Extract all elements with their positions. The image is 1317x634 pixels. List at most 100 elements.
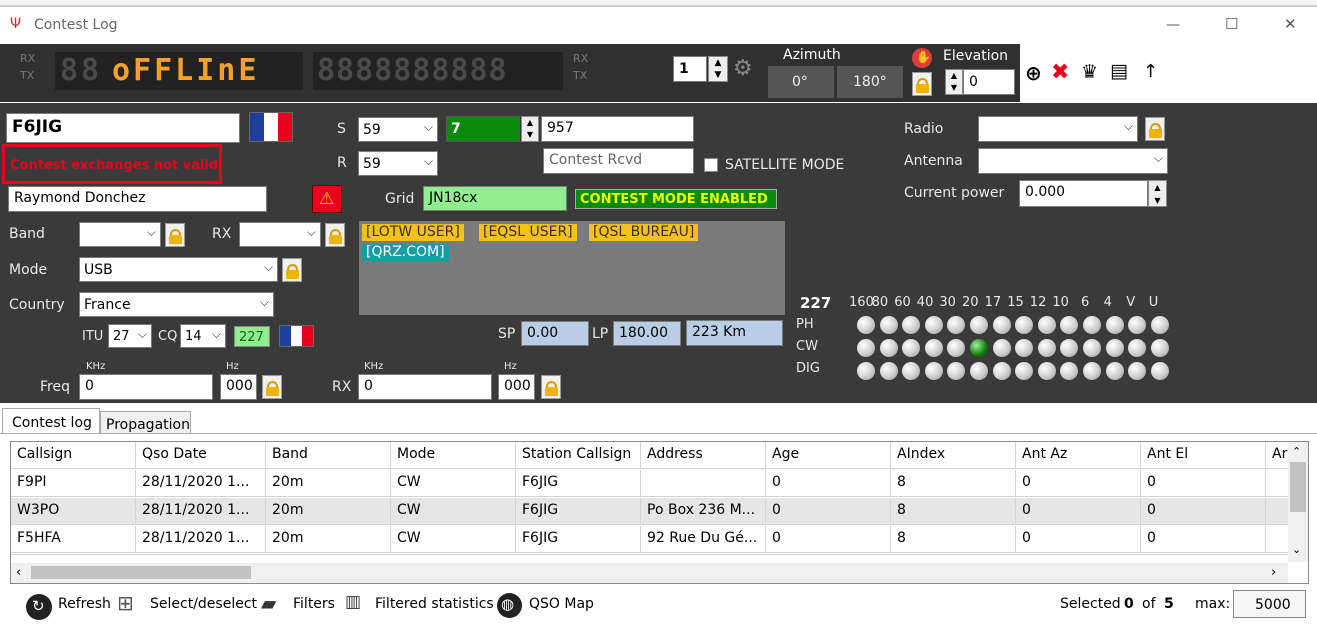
cq-select[interactable]: 14 ⌵ [180, 324, 226, 348]
table-cell[interactable]: W3PO [11, 498, 136, 525]
mode-select[interactable]: USB ⌵ [79, 257, 278, 282]
table-cell[interactable]: CW [391, 526, 516, 553]
rx-freq-lock-icon[interactable] [541, 375, 561, 399]
table-cell[interactable]: 0 [1016, 526, 1141, 553]
table-cell[interactable]: 0 [766, 470, 891, 497]
table-cell[interactable]: CW [391, 470, 516, 497]
az-0-button[interactable]: 0° [768, 66, 834, 98]
column-header[interactable]: Address [641, 442, 766, 469]
freq-hz-input[interactable]: 000 [220, 374, 257, 400]
vertical-scrollbar[interactable]: ⌃ ⌄ [1288, 442, 1308, 562]
rx-freq-hz-input[interactable]: 000 [498, 374, 535, 400]
maximize-button[interactable]: ☐ [1225, 17, 1238, 32]
table-cell[interactable]: F6JIG [516, 470, 641, 497]
country-select[interactable]: France ⌵ [79, 292, 274, 317]
table-cell[interactable]: CW [391, 498, 516, 525]
elevation-input[interactable]: 0 [963, 69, 1015, 95]
az-180-button[interactable]: 180° [837, 66, 903, 98]
table-cell[interactable]: 0 [1141, 526, 1266, 553]
band-lock-icon[interactable] [165, 223, 185, 247]
mode-lock-icon[interactable] [282, 258, 302, 282]
table-cell[interactable]: 20m [266, 470, 391, 497]
select-deselect-icon[interactable]: ⊞ [117, 593, 134, 613]
callsign-input[interactable]: F6JIG [6, 113, 240, 143]
table-cell[interactable]: F6JIG [516, 498, 641, 525]
serial-sent-input[interactable]: 7 [446, 116, 520, 142]
refresh-button[interactable]: Refresh [58, 597, 111, 611]
warning-icon[interactable]: ⚠ [312, 185, 342, 213]
qso-map-button[interactable]: QSO Map [529, 597, 594, 611]
table-cell[interactable]: 0 [1016, 470, 1141, 497]
itu-select[interactable]: 27 ⌵ [108, 324, 152, 348]
table-cell[interactable]: 20m [266, 526, 391, 553]
globe-icon[interactable]: ◍ [497, 593, 522, 618]
rst-sent-select[interactable]: 59 ⌵ [358, 117, 438, 142]
minimize-button[interactable]: — [1166, 18, 1180, 32]
serial-rcvd-input[interactable]: 957 [541, 116, 694, 142]
freq-input[interactable]: 0 [79, 374, 213, 400]
column-header[interactable]: Ant Az [1016, 442, 1141, 469]
table-cell[interactable] [641, 470, 766, 497]
serial-spinner[interactable]: ▲ ▼ [521, 116, 539, 142]
rst-rcvd-select[interactable]: 59 ⌵ [358, 151, 438, 176]
column-header[interactable]: Age [766, 442, 891, 469]
vertical-scroll-thumb[interactable] [1290, 462, 1306, 512]
scroll-left-icon[interactable]: ‹ [16, 566, 21, 579]
column-header[interactable]: Mode [391, 442, 516, 469]
horizontal-scroll-thumb[interactable] [31, 566, 251, 579]
band-select[interactable]: ⌵ [79, 222, 161, 247]
scroll-right-icon[interactable]: › [1271, 566, 1276, 579]
table-cell[interactable]: 28/11/2020 1... [136, 526, 266, 553]
table-cell[interactable]: 28/11/2020 1... [136, 498, 266, 525]
table-cell[interactable]: F9PI [11, 470, 136, 497]
power-input[interactable]: 0.000 [1019, 180, 1148, 207]
scroll-up-icon[interactable]: ⌃ [1292, 446, 1301, 457]
table-cell[interactable]: Po Box 236 M... [641, 498, 766, 525]
table-cell[interactable]: 0 [766, 526, 891, 553]
freq-lock-icon[interactable] [262, 375, 282, 399]
satellite-mode-checkbox[interactable] [704, 158, 718, 172]
table-cell[interactable]: 8 [891, 498, 1016, 525]
channel-input[interactable]: 1 [673, 56, 707, 82]
table-cell[interactable]: 92 Rue Du Gé... [641, 526, 766, 553]
elevation-spinner[interactable]: ▲ ▼ [945, 69, 963, 95]
filtered-statistics-button[interactable]: Filtered statistics [375, 597, 494, 611]
scroll-down-icon[interactable]: ⌄ [1292, 544, 1301, 555]
table-cell[interactable]: 0 [766, 498, 891, 525]
statistics-icon[interactable]: ▥ [345, 594, 361, 611]
table-cell[interactable]: 20m [266, 498, 391, 525]
table-cell[interactable]: 28/11/2020 1... [136, 470, 266, 497]
rx-freq-input[interactable]: 0 [358, 374, 492, 400]
table-cell[interactable]: 8 [891, 526, 1016, 553]
add-icon[interactable]: ⊕ [1025, 63, 1042, 83]
rx-band-lock-icon[interactable] [325, 223, 345, 247]
column-header[interactable]: AIndex [891, 442, 1016, 469]
qrz-tag[interactable]: [QRZ.COM] [362, 244, 449, 262]
table-cell[interactable]: 0 [1016, 498, 1141, 525]
radio-select[interactable]: ⌵ [978, 116, 1138, 142]
grid-input[interactable]: JN18cx [423, 186, 567, 211]
crown-icon[interactable]: ♛ [1081, 63, 1098, 82]
rx-band-select[interactable]: ⌵ [239, 222, 321, 247]
max-input[interactable]: 5000 [1233, 590, 1306, 618]
column-header[interactable]: Ant El [1141, 442, 1266, 469]
radio-lock-icon[interactable] [1145, 117, 1165, 141]
column-header[interactable]: Band [266, 442, 391, 469]
elevation-lock-icon[interactable] [912, 72, 932, 96]
contest-rcvd-input[interactable]: Contest Rcvd [543, 148, 694, 174]
filters-button[interactable]: Filters [293, 597, 335, 611]
antenna-select[interactable]: ⌵ [978, 148, 1168, 174]
delete-icon[interactable]: ✖ [1051, 62, 1069, 84]
refresh-icon[interactable]: ↻ [26, 594, 52, 620]
stop-hand-icon[interactable]: ✋ [912, 48, 932, 68]
filters-icon[interactable]: ▰ [261, 593, 276, 613]
notes-icon[interactable]: ▤ [1110, 62, 1128, 81]
table-cell[interactable]: F6JIG [516, 526, 641, 553]
column-header[interactable]: Callsign [11, 442, 136, 469]
horizontal-scrollbar[interactable]: ‹ › [11, 563, 1288, 583]
close-button[interactable]: ✕ [1284, 17, 1297, 32]
settings-gear-icon[interactable]: ⚙ [733, 58, 753, 80]
table-cell[interactable]: 8 [891, 470, 1016, 497]
name-input[interactable]: Raymond Donchez [8, 186, 267, 212]
select-deselect-button[interactable]: Select/deselect [150, 597, 257, 611]
